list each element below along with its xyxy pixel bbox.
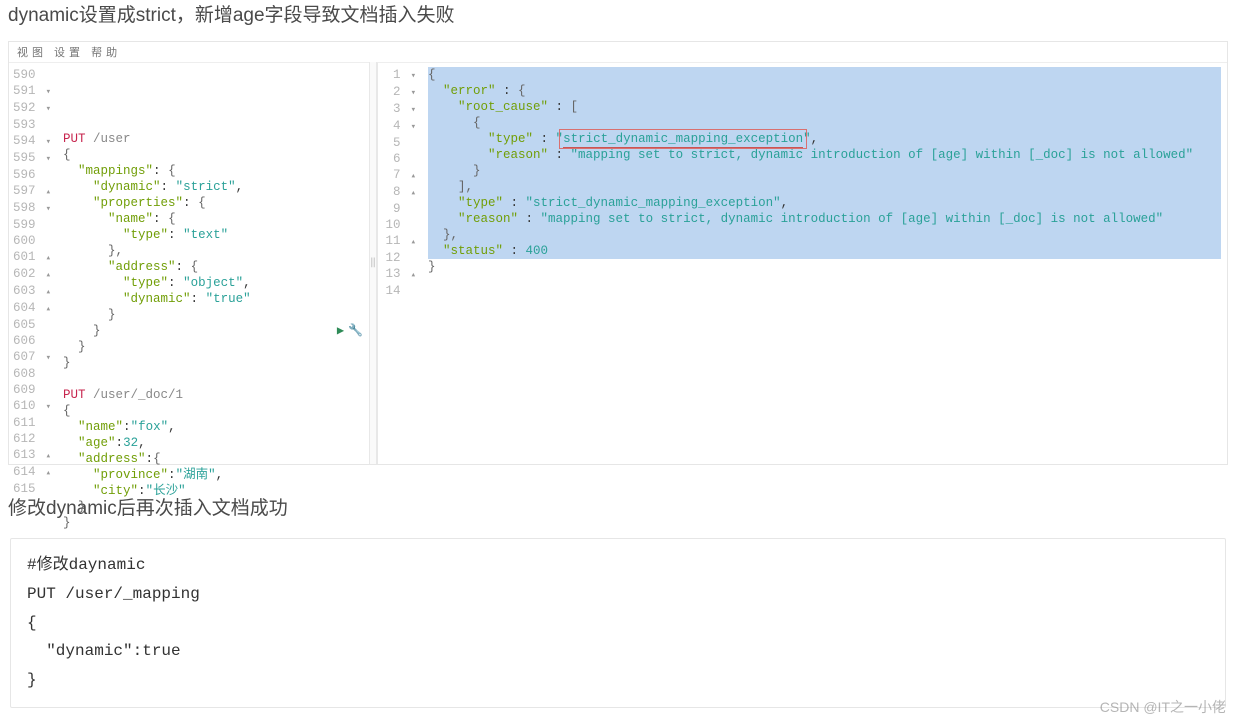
request-editor[interactable]: 590 591 ▾592 ▾593 594 ▾595 ▾596 597 ▴598… [9, 62, 369, 464]
toolbar[interactable]: 视图 设置 帮助 [9, 42, 1227, 62]
run-controls[interactable]: ▶ 🔧 [337, 323, 363, 339]
response-viewer[interactable]: 1 ▾2 ▾3 ▾4 ▾5 6 7 ▴8 ▴9 10 11 ▴12 13 ▴14… [377, 62, 1227, 464]
watermark: CSDN @IT之一小佬 [1100, 697, 1226, 717]
kibana-console: 视图 设置 帮助 590 591 ▾592 ▾593 594 ▾595 ▾596… [8, 41, 1228, 465]
code-snippet[interactable]: #修改daynamic PUT /user/_mapping { "dynami… [10, 538, 1226, 708]
line-gutter-left: 590 591 ▾592 ▾593 594 ▾595 ▾596 597 ▴598… [9, 63, 57, 464]
run-icon[interactable]: ▶ [337, 323, 344, 339]
wrench-icon[interactable]: 🔧 [348, 323, 363, 339]
section-heading-1: dynamic设置成strict，新增age字段导致文档插入失败 [0, 0, 1236, 33]
response-code[interactable]: { "error" : { "root_cause" : [ { "type" … [422, 63, 1227, 464]
request-code[interactable]: ▶ 🔧 PUT /user{ "mappings": { "dynamic": … [57, 63, 369, 464]
pane-separator[interactable]: ‖ [369, 62, 377, 464]
line-gutter-right: 1 ▾2 ▾3 ▾4 ▾5 6 7 ▴8 ▴9 10 11 ▴12 13 ▴14 [378, 63, 422, 464]
